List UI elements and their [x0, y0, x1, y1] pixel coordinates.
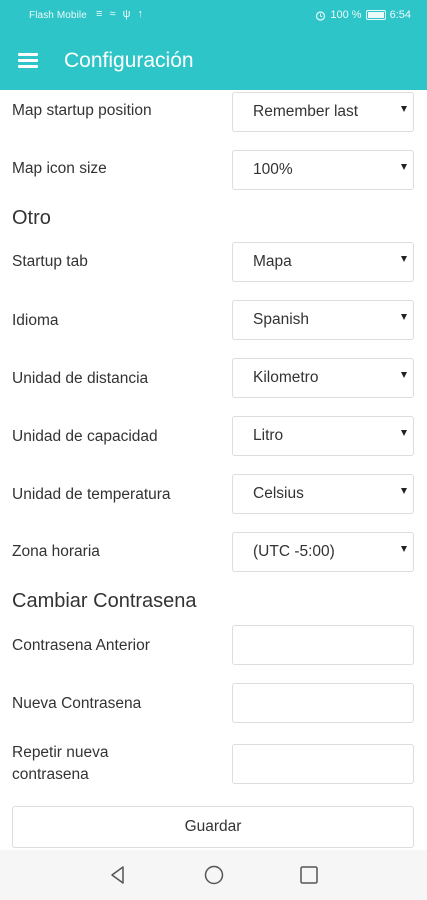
temperature-unit-select[interactable]: Celsius [232, 474, 414, 514]
battery-icon [365, 10, 386, 20]
back-icon[interactable] [106, 863, 130, 887]
clock: 6:54 [389, 9, 411, 21]
select-value: Kilometro [253, 369, 319, 386]
new-password-label: Nueva Contrasena [12, 695, 142, 712]
select-value: 100% [253, 161, 293, 178]
dropdown-caret-icon [401, 372, 407, 378]
select-value: Remember last [253, 103, 359, 120]
battery-percent: 100 % [330, 9, 362, 21]
language-select[interactable]: Spanish [232, 300, 414, 340]
home-icon[interactable] [202, 863, 226, 887]
system-nav-bar [0, 850, 427, 900]
dropdown-caret-icon [401, 106, 407, 112]
temperature-unit-label: Unidad de temperatura [12, 486, 171, 503]
repeat-password-label-line1: Repetir nueva [12, 744, 109, 761]
old-password-label: Contrasena Anterior [12, 637, 150, 654]
dropdown-caret-icon [401, 488, 407, 494]
recents-icon[interactable] [297, 863, 321, 887]
alarm-icon [316, 10, 326, 21]
dropdown-caret-icon [401, 164, 407, 170]
new-password-input[interactable] [232, 683, 414, 723]
map-icon-size-select[interactable]: 100% [232, 150, 414, 190]
repeat-password-label-line2: contrasena [12, 766, 89, 783]
startup-tab-select[interactable]: Mapa [232, 242, 414, 282]
hamburger-menu-icon[interactable] [18, 53, 38, 69]
select-value: Litro [253, 427, 284, 444]
select-value: Spanish [253, 311, 310, 328]
timezone-select[interactable]: (UTC -5:00) [232, 532, 414, 572]
signal-wifi-icons: ≡ ≈ ψ ↑ [96, 8, 145, 20]
section-title-other: Otro [12, 207, 51, 229]
section-title-change-password: Cambiar Contrasena [12, 590, 197, 612]
distance-unit-select[interactable]: Kilometro [232, 358, 414, 398]
map-icon-size-label: Map icon size [12, 160, 107, 177]
map-startup-position-label: Map startup position [12, 102, 152, 119]
map-startup-position-select[interactable]: Remember last [232, 92, 414, 132]
status-bar: Flash Mobile ≡ ≈ ψ ↑ 100 % 6:54 [0, 0, 427, 33]
startup-tab-label: Startup tab [12, 253, 88, 270]
settings-content[interactable]: Map startup position Remember last Map i… [0, 90, 427, 850]
timezone-label: Zona horaria [12, 543, 100, 560]
select-value: Mapa [253, 253, 292, 270]
language-label: Idioma [12, 312, 59, 329]
old-password-input[interactable] [232, 625, 414, 665]
dropdown-caret-icon [401, 546, 407, 552]
app-bar: Configuración [0, 33, 427, 90]
distance-unit-label: Unidad de distancia [12, 370, 149, 387]
save-button[interactable]: Guardar [12, 806, 414, 848]
capacity-unit-label: Unidad de capacidad [12, 428, 158, 445]
dropdown-caret-icon [401, 430, 407, 436]
select-value: Celsius [253, 485, 304, 502]
capacity-unit-select[interactable]: Litro [232, 416, 414, 456]
repeat-password-input[interactable] [232, 744, 414, 784]
carrier-name: Flash Mobile [29, 10, 87, 21]
dropdown-caret-icon [401, 256, 407, 262]
dropdown-caret-icon [401, 314, 407, 320]
page-title: Configuración [64, 49, 194, 72]
select-value: (UTC -5:00) [253, 543, 335, 560]
status-right: 100 % 6:54 [315, 9, 411, 21]
repeat-password-label: Repetir nueva contrasena [12, 742, 109, 786]
